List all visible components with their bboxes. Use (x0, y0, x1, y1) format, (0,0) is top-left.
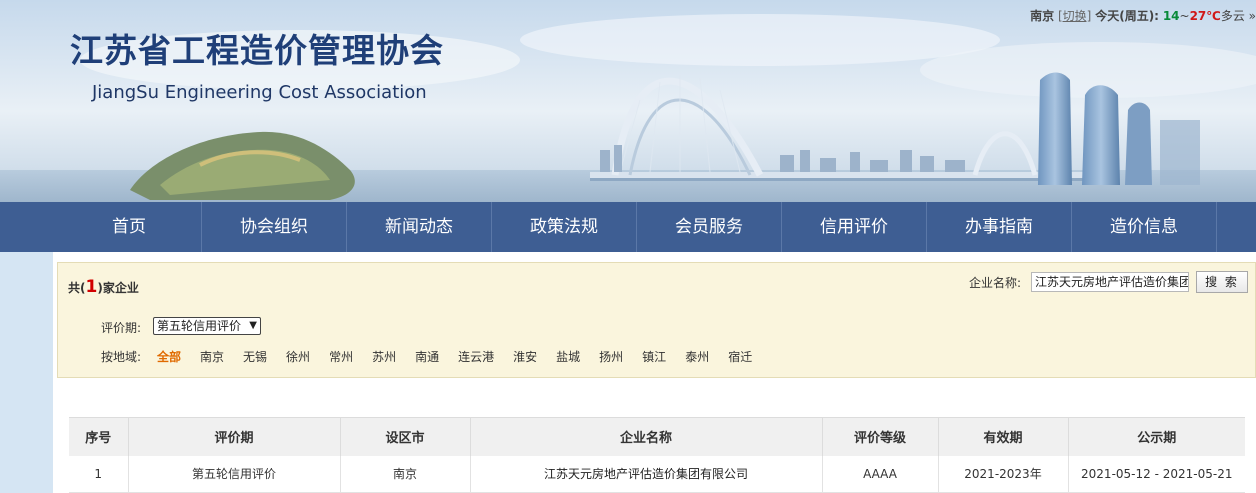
region-link-lianyungang[interactable]: 连云港 (458, 348, 494, 365)
nav-item-policies[interactable]: 政策法规 (492, 202, 637, 252)
side-decoration (0, 252, 53, 493)
table-row: 1 第五轮信用评价 南京 江苏天元房地产评估造价集团有限公司 AAAA 2021… (69, 455, 1245, 493)
cell-validity: 2021-2023年 (937, 455, 1068, 493)
weather-more-icon[interactable]: » (1249, 9, 1256, 23)
cell-grade: AAAA (821, 455, 938, 493)
weather-city: 南京 (1030, 9, 1055, 23)
column-header-index: 序号 (69, 417, 128, 456)
result-count-prefix: 共( (68, 281, 86, 295)
region-link-yancheng[interactable]: 盐城 (556, 348, 580, 365)
weather-switch-link[interactable]: [切换] (1058, 9, 1091, 23)
nav-item-home[interactable]: 首页 (57, 202, 202, 252)
column-header-company: 企业名称 (469, 417, 822, 456)
weather-widget: 南京 [切换] 今天(周五): 14~27℃多云 » (1030, 7, 1256, 23)
filter-panel: 共(1)家企业 企业名称: 江苏天元房地产评估造价集团 搜 索 评价期: 第五轮… (57, 262, 1256, 378)
region-link-suzhou[interactable]: 苏州 (372, 348, 396, 365)
column-header-city: 设区市 (339, 417, 470, 456)
region-link-nanjing[interactable]: 南京 (200, 348, 224, 365)
cell-company-name-link[interactable]: 江苏天元房地产评估造价集团有限公司 (469, 455, 822, 493)
column-header-period: 评价期 (127, 417, 340, 456)
cell-period: 第五轮信用评价 (127, 455, 340, 493)
result-count-suffix: )家企业 (97, 281, 139, 295)
results-table: 序号 评价期 设区市 企业名称 评价等级 有效期 公示期 1 第五轮信用评价 南… (69, 417, 1245, 493)
region-link-nantong[interactable]: 南通 (415, 348, 439, 365)
weather-condition: 多云 (1220, 9, 1245, 23)
region-link-huaian[interactable]: 淮安 (513, 348, 537, 365)
search-button[interactable]: 搜 索 (1196, 271, 1248, 293)
header-banner: 江苏省工程造价管理协会 JiangSu Engineering Cost Ass… (0, 0, 1256, 202)
main-nav: 首页 协会组织 新闻动态 政策法规 会员服务 信用评价 办事指南 造价信息 (0, 202, 1256, 252)
site-title: 江苏省工程造价管理协会 (70, 31, 444, 70)
period-label: 评价期: (101, 321, 142, 335)
results-table-wrapper: 序号 评价期 设区市 企业名称 评价等级 有效期 公示期 1 第五轮信用评价 南… (69, 417, 1245, 493)
company-name-label: 企业名称: (969, 276, 1022, 290)
region-link-xuzhou[interactable]: 徐州 (286, 348, 310, 365)
nav-item-credit-rating[interactable]: 信用评价 (782, 202, 927, 252)
weather-temp-high: 27℃ (1189, 9, 1221, 23)
nav-item-news[interactable]: 新闻动态 (347, 202, 492, 252)
region-link-all[interactable]: 全部 (157, 348, 181, 365)
weather-temp-low: 14 (1162, 9, 1180, 23)
region-link-wuxi[interactable]: 无锡 (243, 348, 267, 365)
column-header-grade: 评价等级 (821, 417, 938, 456)
period-select[interactable]: 第五轮信用评价 ▼ (153, 317, 261, 335)
cell-index: 1 (69, 455, 128, 493)
nav-item-member-services[interactable]: 会员服务 (637, 202, 782, 252)
weather-day: 今天(周五): (1095, 9, 1159, 23)
result-count: 共(1)家企业 (68, 277, 139, 297)
chevron-down-icon: ▼ (249, 320, 257, 331)
region-label: 按地域: (101, 350, 142, 364)
weather-temp-separator: ~ (1179, 9, 1190, 23)
region-link-suqian[interactable]: 宿迁 (728, 348, 752, 365)
region-link-taizhou[interactable]: 泰州 (685, 348, 709, 365)
cell-city: 南京 (339, 455, 470, 493)
region-link-yangzhou[interactable]: 扬州 (599, 348, 623, 365)
period-select-value: 第五轮信用评价 (157, 319, 242, 333)
nav-item-cost-info[interactable]: 造价信息 (1072, 202, 1217, 252)
table-header-row: 序号 评价期 设区市 企业名称 评价等级 有效期 公示期 (69, 417, 1245, 456)
site-subtitle: JiangSu Engineering Cost Association (92, 82, 427, 103)
result-count-number: 1 (85, 277, 98, 297)
cell-publicity: 2021-05-12 - 2021-05-21 (1067, 455, 1245, 493)
region-link-changzhou[interactable]: 常州 (329, 348, 353, 365)
nav-item-guide[interactable]: 办事指南 (927, 202, 1072, 252)
nav-item-organization[interactable]: 协会组织 (202, 202, 347, 252)
company-name-input[interactable]: 江苏天元房地产评估造价集团 (1031, 272, 1189, 292)
region-filter: 全部 南京 无锡 徐州 常州 苏州 南通 连云港 淮安 盐城 扬州 镇江 泰州 … (157, 348, 771, 365)
column-header-publicity: 公示期 (1067, 417, 1245, 456)
region-link-zhenjiang[interactable]: 镇江 (642, 348, 666, 365)
column-header-validity: 有效期 (937, 417, 1068, 456)
